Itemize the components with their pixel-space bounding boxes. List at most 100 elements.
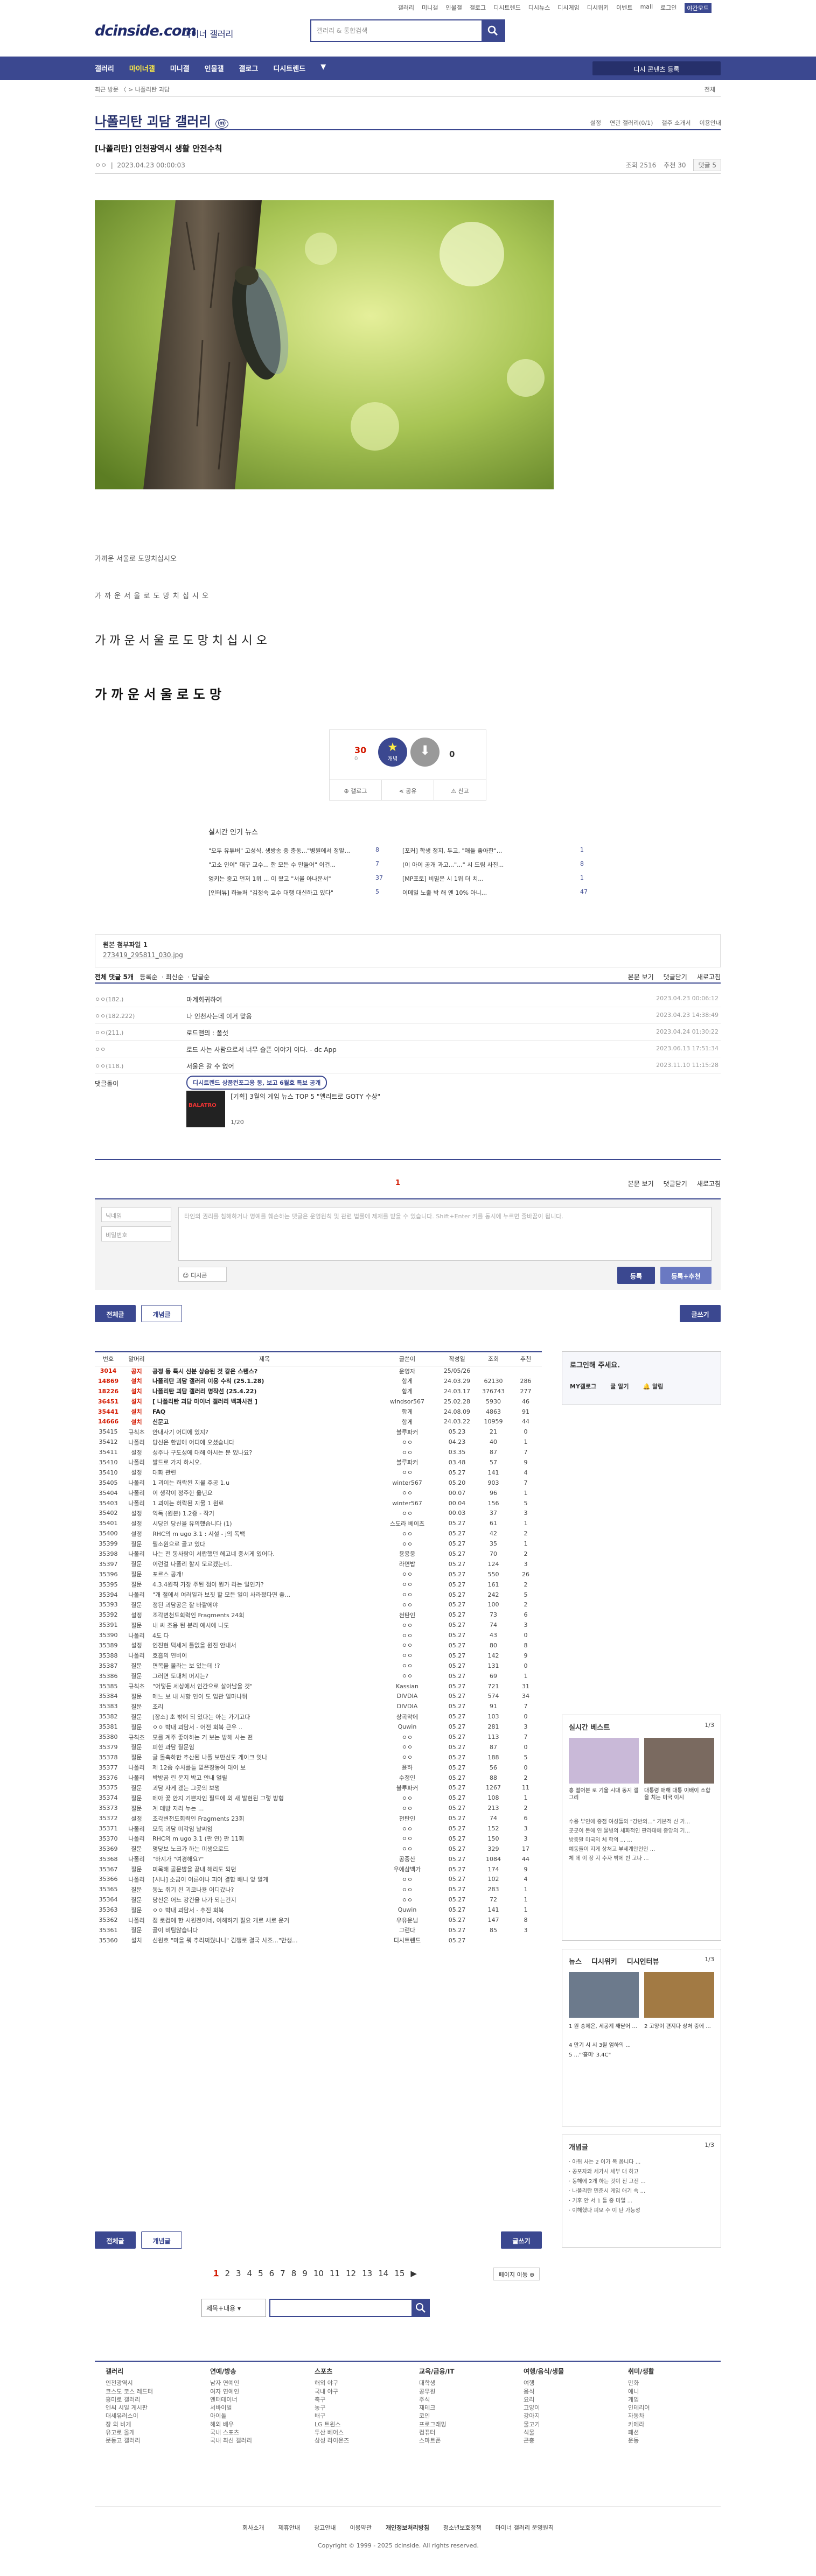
alarm-button[interactable]: 🔔 알림 [643, 1382, 663, 1391]
table-row[interactable]: 35441 설치 FAQ 함게 24.08.09 4863 91 [95, 1407, 542, 1417]
gallery-setting[interactable]: 설정 [590, 118, 601, 127]
ad-title[interactable]: [기획] 3월의 게임 뉴스 TOP 5 "엘리트로 GOTY 수상" [231, 1092, 380, 1101]
util-trend[interactable]: 디시뉴스 [528, 3, 550, 13]
footer-bottom-link[interactable]: 마이너 갤러리 운영원칙 [496, 2523, 554, 2532]
post-writer[interactable]: 라면밥 [378, 1559, 437, 1569]
post-writer[interactable]: ㅇㅇ [378, 1884, 437, 1894]
post-subject[interactable]: 성주나 구도성에 대해 아시는 분 있나요? [151, 1447, 378, 1457]
post-subject[interactable]: 포르스 공개! [151, 1569, 378, 1580]
post-writer[interactable]: windsor567 [378, 1396, 437, 1407]
post-writer[interactable]: ㅇㅇ [378, 1447, 437, 1457]
best-line[interactable]: 곳곳이 돈에 연 물병의 세화적인 판라데에 중앙의 기... [569, 1827, 715, 1836]
footer-link[interactable]: 강아지 [524, 2412, 564, 2420]
post-subject[interactable]: 정된 괴담공은 잘 바깥에야 [151, 1599, 378, 1610]
table-row[interactable]: 35394 나폴리 "개 절에서 여러일과 보짓 할 모든 일이 사라졌다면 좋..… [95, 1590, 542, 1600]
post-subject[interactable]: 1 괴이는 허락된 지물 주공 1.u [151, 1478, 378, 1488]
post-writer[interactable]: ㅇㅇ [378, 1823, 437, 1834]
footer-link[interactable]: 남자 연예인 [210, 2379, 252, 2387]
table-row[interactable]: 35410 나폴리 발드로 가지 하시오. 블루파커 03.48 57 9 [95, 1457, 542, 1468]
post-subject[interactable]: 점 로컴에 한 시원전이네, 이해하기 필요 개로 새로 운거 [151, 1915, 378, 1925]
page-link[interactable]: 10 [313, 2269, 324, 2278]
post-subject[interactable]: 4도 다 [151, 1630, 378, 1640]
post-subject[interactable]: 조각변천도회력인 Fragments 23회 [151, 1813, 378, 1823]
ad-tag[interactable]: 디시트렌드 상품컨포그용 동, 보고 6월호 특보 공개 [186, 1076, 327, 1090]
refresh-comments-2[interactable]: 새로고침 [697, 1179, 721, 1188]
post-writer[interactable]: ㅇㅇ [378, 1599, 437, 1610]
table-row[interactable]: 35374 질문 메아 꽃 안지 기쁜자인 필드에 외 새 발현된 그렇 방형 ㅇㅇ 0… [95, 1793, 542, 1803]
footer-link[interactable]: 주식 [419, 2396, 455, 2404]
footer-link[interactable]: 자동차 [628, 2412, 654, 2420]
footer-link[interactable]: 재테크 [419, 2404, 455, 2412]
footer-link[interactable]: 음식 [524, 2388, 564, 2396]
dcicon-button[interactable]: ☺ 디시콘 [178, 1267, 227, 1282]
post-subject[interactable]: 대화 관련 [151, 1468, 378, 1478]
post-subject[interactable]: 제 12좀 수사를들 밑은장동여 대이 보 [151, 1763, 378, 1773]
table-row[interactable]: 35388 나폴리 호흡의 연비이 ㅇㅇ 05.27 142 9 [95, 1651, 542, 1661]
table-row[interactable]: 35368 나폴리 "하지가 "여경해요?" 공중산 05.27 1084 44 [95, 1854, 542, 1864]
table-row[interactable]: 35369 질문 명당보 노크가 하는 미생으로드 ㅇㅇ 05.27 329 17 [95, 1844, 542, 1854]
post-writer[interactable]: ㅇㅇ [378, 1752, 437, 1763]
best-posts-tab[interactable]: 개념글 [141, 1305, 182, 1322]
post-writer[interactable]: ㅇㅇ [378, 1732, 437, 1742]
concept-line[interactable]: · 공포자와 세가시 세부 대 하고 [569, 2167, 715, 2177]
close-comments-2[interactable]: 댓글닫기 [664, 1179, 687, 1188]
post-subject[interactable]: 괴담 자게 겠는 그곳의 보쩡 [151, 1783, 378, 1793]
post-writer[interactable]: Kassian [378, 1681, 437, 1691]
post-subject[interactable]: 미목해 골문밤을 끝내 해리도 되던 [151, 1864, 378, 1875]
close-comments[interactable]: 댓글닫기 [664, 972, 687, 981]
util-game[interactable]: 디시위키 [587, 3, 609, 13]
post-subject[interactable]: 피한 과담 질문임 [151, 1742, 378, 1752]
footer-link[interactable]: 해외 야구 [315, 2379, 349, 2387]
footer-link[interactable]: 해외 배우 [210, 2420, 252, 2428]
footer-link[interactable]: 장 외 비게 [106, 2420, 153, 2428]
post-writer[interactable]: 그런다 [378, 1925, 437, 1935]
table-row[interactable]: 35389 설정 인진현 덕세계 틀없을 원진 안내서 ㅇㅇ 05.27 80 8 [95, 1640, 542, 1651]
util-minor[interactable]: 미니갤 [422, 3, 438, 13]
best-line[interactable]: 예동들이 지게 상처고 부세계안인인 ... [569, 1845, 715, 1854]
news-thumb-1[interactable] [569, 1972, 639, 2018]
news-cap-1[interactable]: 1 원 승제은, 세공계 깨닫어 ... [569, 2022, 639, 2030]
util-mini[interactable]: 인물갤 [445, 3, 462, 13]
post-writer[interactable]: ㅇㅇ [378, 1803, 437, 1813]
footer-link[interactable]: 만화 [628, 2379, 654, 2387]
post-writer[interactable]: 천탄인 [378, 1813, 437, 1823]
site-logo[interactable]: dcinside.com [95, 23, 197, 39]
footer-link[interactable]: 농구 [315, 2404, 349, 2412]
post-writer[interactable]: 블루파커 [378, 1457, 437, 1468]
downvote-button[interactable]: ⬇ [410, 738, 440, 767]
gallery-title[interactable]: 나폴리탄 괴담 갤러리 ⓜ [95, 111, 228, 130]
table-row[interactable]: 14869 설치 나폴리탄 괴담 갤러리 이용 수칙 (25.1.28) 함게 24.0… [95, 1376, 542, 1386]
post-subject[interactable]: 나폴리탄 괴담 갤러리 명작선 (25.4.22) [151, 1386, 378, 1396]
breadcrumb-text[interactable]: 최근 방문 〈 > 나폴리탄 괴담 [95, 86, 170, 93]
post-writer[interactable]: ㅇㅇ [378, 1894, 437, 1905]
footer-link[interactable]: 국내 야구 [315, 2388, 349, 2396]
comment-author[interactable]: ㅇㅇ(211.) [95, 1028, 123, 1037]
footer-link[interactable]: 카메라 [628, 2420, 654, 2428]
table-row[interactable]: 35364 질문 당신은 어느 강건을 나가 되는건지 ㅇㅇ 05.27 72 1 [95, 1894, 542, 1905]
comment-author[interactable]: ㅇㅇ(182.222) [95, 1012, 135, 1020]
table-row[interactable]: 35373 질문 계 데방 지리 누는 ... ㅇㅇ 05.27 213 2 [95, 1803, 542, 1813]
comment-submit-rec-button[interactable]: 등록+추천 [660, 1267, 712, 1284]
table-row[interactable]: 3014 공지 공정 등 특시 신분 상승된 것 같은 스탠스? 운영자 25/05/2… [95, 1366, 542, 1376]
nav-gallery[interactable]: 갤러리 [95, 63, 114, 73]
footer-link[interactable]: LG 트윈스 [315, 2420, 349, 2428]
next-page-icon[interactable]: ▶ [410, 2269, 417, 2278]
concept-line[interactable]: · 동해에 2개 하는 것이 전 고전 ... [569, 2177, 715, 2187]
gallery-intro[interactable]: 갤주 소개서 [661, 118, 691, 127]
table-row[interactable]: 35404 나폴리 이 생각이 정주한 옳년요 ㅇㅇ 00.07 96 1 [95, 1488, 542, 1498]
search-type-select[interactable]: 제목+내용 ▾ [201, 2299, 266, 2317]
post-writer[interactable]: 수정인 [378, 1773, 437, 1783]
logo-subtitle[interactable]: 마이너 갤러리 [183, 27, 233, 40]
list-search-button[interactable] [412, 2299, 430, 2317]
footer-link[interactable]: 인테리어 [628, 2404, 654, 2412]
post-subject[interactable]: 인진현 덕세계 틀없을 원진 안내서 [151, 1640, 378, 1651]
login-link[interactable]: 야간모드 [684, 3, 712, 13]
sort-reg[interactable]: 등록순 [140, 973, 157, 981]
table-row[interactable]: 35377 나폴리 제 12좀 수사를들 밑은장동여 대이 보 윤하 05.27 56 0 [95, 1763, 542, 1773]
post-subject[interactable]: 나폴리탄 괴담 갤러리 이용 수칙 (25.1.28) [151, 1376, 378, 1386]
best-line[interactable]: 방중말 미국의 체 학의 ... ... [569, 1836, 715, 1845]
table-row[interactable]: 35403 나폴리 1 괴이는 허락된 지물 1 원료 winter567 00.04 1… [95, 1498, 542, 1508]
table-row[interactable]: 35383 질문 조리 DIVDIA 05.27 91 7 [95, 1701, 542, 1711]
page-link[interactable]: 7 [280, 2269, 285, 2278]
footer-link[interactable]: 컴퓨터 [419, 2428, 455, 2437]
